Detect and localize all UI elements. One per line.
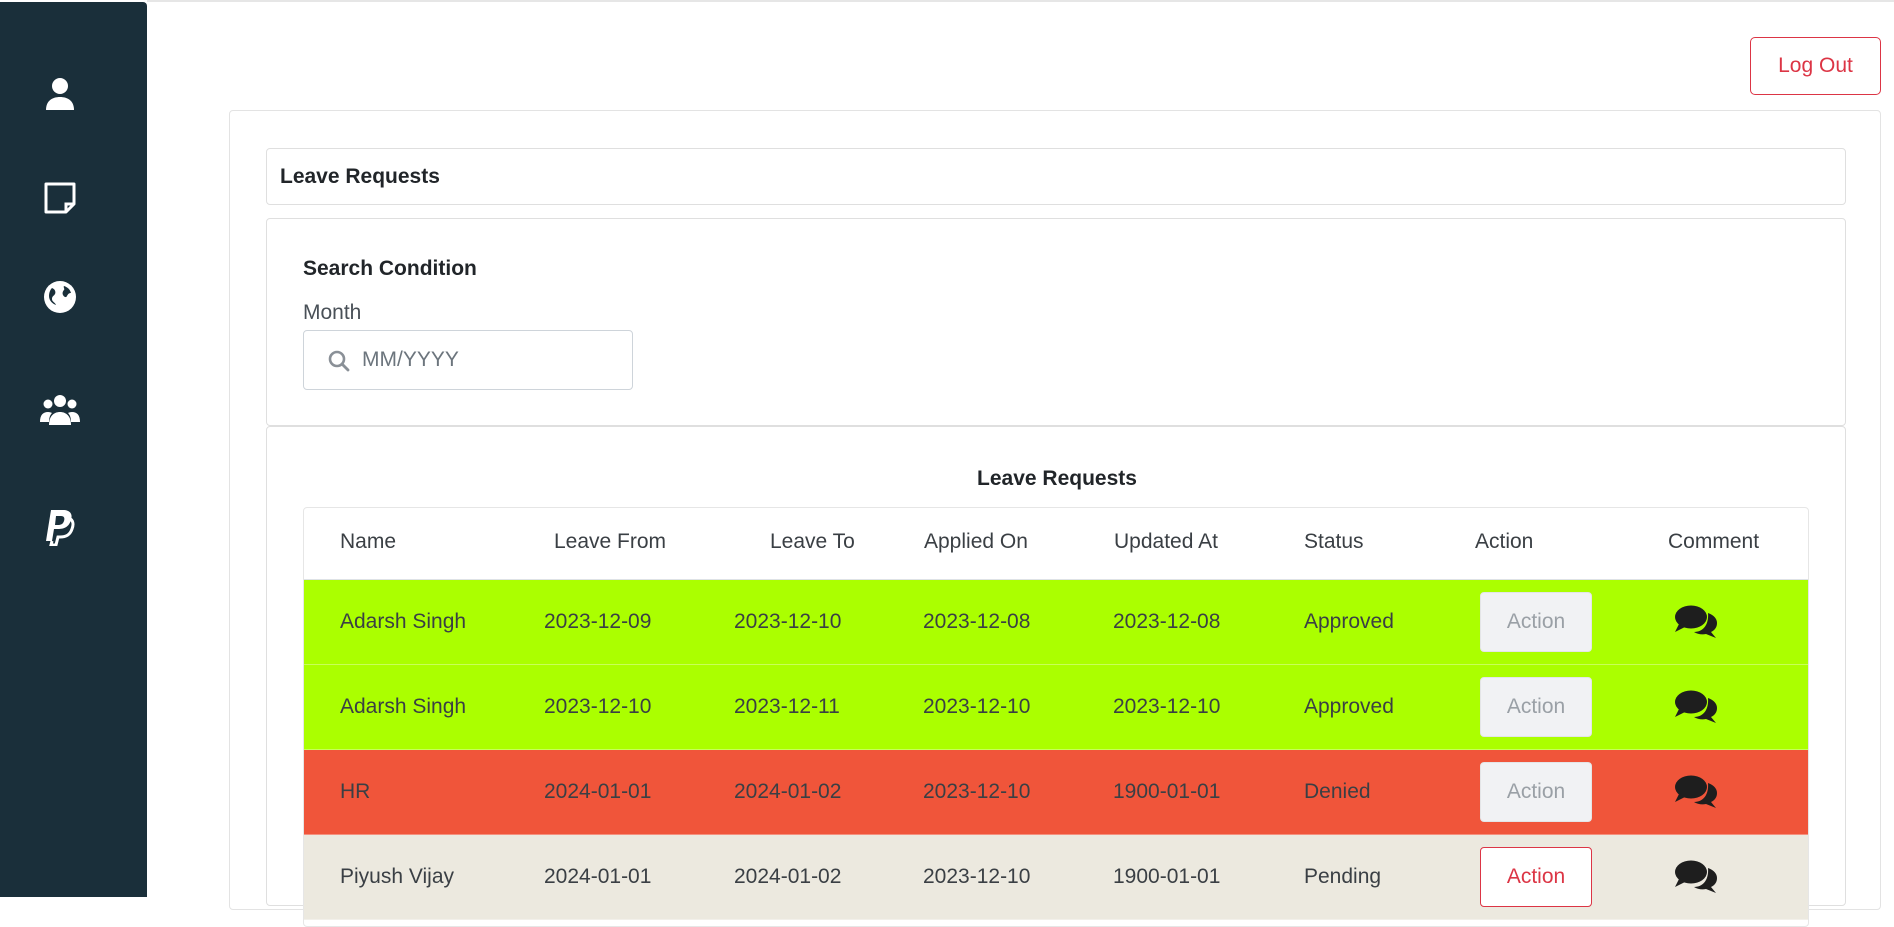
cell-status: Approved [1304, 610, 1394, 633]
cell-leave-from: 2023-12-09 [544, 610, 652, 633]
table-title: Leave Requests [977, 467, 1137, 490]
cell-updated-at: 2023-12-08 [1113, 610, 1221, 633]
sticky-note-icon[interactable] [0, 173, 120, 223]
comments-icon[interactable] [1674, 774, 1718, 810]
cell-leave-to: 2024-01-02 [734, 780, 842, 803]
column-header-action: Action [1475, 530, 1534, 553]
column-header-leave-from: Leave From [554, 530, 667, 553]
column-header-updated-at: Updated At [1114, 530, 1218, 553]
column-header-name: Name [340, 530, 397, 553]
table-row: HR 2024-01-01 2024-01-02 2023-12-10 1900… [304, 750, 1808, 835]
table-row: Adarsh Singh 2023-12-09 2023-12-10 2023-… [304, 580, 1808, 665]
user-icon[interactable] [0, 69, 120, 119]
action-button[interactable]: Action [1480, 677, 1592, 737]
sidebar [0, 2, 147, 897]
cell-leave-from: 2023-12-10 [544, 695, 652, 718]
comments-icon[interactable] [1674, 859, 1718, 895]
cell-leave-to: 2023-12-11 [734, 695, 840, 718]
cell-updated-at: 1900-01-01 [1113, 865, 1221, 888]
cell-applied-on: 2023-12-10 [923, 780, 1031, 803]
comments-icon[interactable] [1674, 689, 1718, 725]
top-divider [147, 0, 1894, 2]
cell-name: HR [340, 780, 371, 803]
globe-icon[interactable] [0, 272, 120, 322]
cell-status: Pending [1304, 865, 1382, 888]
month-label: Month [303, 301, 362, 324]
cell-name: Adarsh Singh [340, 610, 467, 633]
action-button[interactable]: Action [1480, 592, 1592, 652]
month-field[interactable] [303, 330, 633, 390]
cell-leave-to: 2024-01-02 [734, 865, 842, 888]
cell-applied-on: 2023-12-10 [923, 695, 1031, 718]
column-header-applied-on: Applied On [924, 530, 1028, 553]
search-title: Search Condition [303, 257, 477, 280]
cell-applied-on: 2023-12-08 [923, 610, 1031, 633]
comments-icon[interactable] [1674, 604, 1718, 640]
page-title: Leave Requests [266, 148, 1846, 205]
action-button[interactable]: Action [1480, 762, 1592, 822]
cell-status: Approved [1304, 695, 1394, 718]
search-panel: Search Condition Month [266, 218, 1846, 426]
cell-name: Piyush Vijay [340, 865, 455, 888]
cell-name: Adarsh Singh [340, 695, 467, 718]
table-row: Piyush Vijay 2024-01-01 2024-01-02 2023-… [304, 835, 1808, 920]
cell-updated-at: 2023-12-10 [1113, 695, 1221, 718]
action-button[interactable]: Action [1480, 847, 1592, 907]
cell-leave-from: 2024-01-01 [544, 865, 652, 888]
paypal-icon[interactable] [0, 502, 120, 552]
cell-applied-on: 2023-12-10 [923, 865, 1031, 888]
search-icon [328, 350, 350, 372]
cell-updated-at: 1900-01-01 [1113, 780, 1221, 803]
column-header-leave-to: Leave To [770, 530, 855, 553]
column-header-comment: Comment [1668, 530, 1760, 553]
cell-leave-to: 2023-12-10 [734, 610, 842, 633]
cell-status: Denied [1304, 780, 1371, 803]
column-header-status: Status [1304, 530, 1364, 553]
month-input[interactable] [362, 331, 622, 389]
table-header: Name Leave From Leave To Applied On Upda… [304, 508, 1808, 580]
cell-leave-from: 2024-01-01 [544, 780, 652, 803]
leave-requests-table: Name Leave From Leave To Applied On Upda… [303, 507, 1809, 927]
logout-button[interactable]: Log Out [1750, 37, 1881, 95]
users-icon[interactable] [0, 384, 120, 434]
table-row: Adarsh Singh 2023-12-10 2023-12-11 2023-… [304, 665, 1808, 750]
leave-requests-panel: Leave Requests Name Leave From Leave To … [266, 426, 1846, 927]
